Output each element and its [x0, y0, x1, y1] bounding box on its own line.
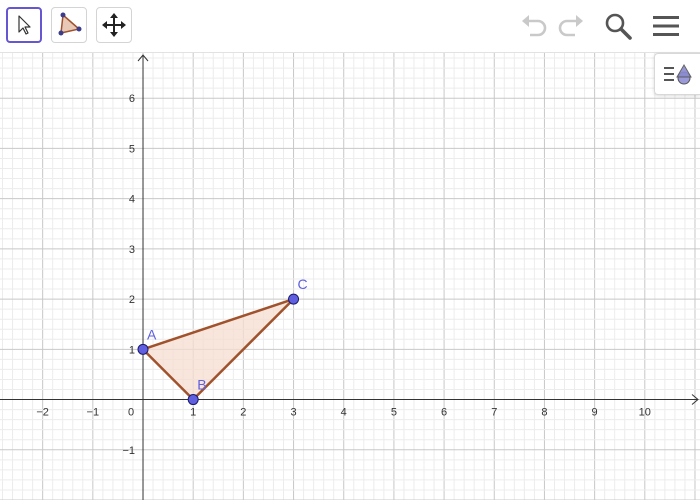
- point-c[interactable]: [288, 293, 300, 305]
- x-tick-label: 5: [391, 407, 397, 419]
- point-a[interactable]: [137, 343, 149, 355]
- point-label-c: C: [298, 276, 308, 292]
- move-graphics-view-button[interactable]: [96, 7, 132, 43]
- x-tick-label: 0: [128, 407, 134, 419]
- x-tick-label: 4: [341, 407, 347, 419]
- menu-icon: [653, 16, 679, 36]
- undo-button[interactable]: [518, 10, 550, 42]
- graphics-view[interactable]: −2 −1 0 1 2 3 4 5 6 7 8 9 10 −1 1 2 3 4 5 6 A B C: [0, 53, 700, 500]
- search-button[interactable]: [602, 10, 634, 42]
- y-tick-label: 2: [129, 294, 135, 306]
- x-tick-label: −1: [87, 407, 100, 419]
- arrow-pointer-icon: [18, 15, 31, 35]
- x-tick-label: 8: [541, 407, 547, 419]
- redo-button[interactable]: [555, 10, 587, 42]
- y-tick-label: 6: [129, 93, 135, 105]
- point-b[interactable]: [187, 394, 199, 406]
- y-tick-label: 3: [129, 244, 135, 256]
- polygon-tool-button[interactable]: [51, 7, 87, 43]
- point-label-b: B: [197, 377, 206, 393]
- x-tick-label: 2: [240, 407, 246, 419]
- y-tick-label: 4: [129, 194, 135, 206]
- move-graphics-view-icon: [102, 13, 126, 37]
- x-tick-label: 9: [592, 407, 598, 419]
- main-menu-button[interactable]: [650, 10, 682, 42]
- graphics-style-bar-icon: [663, 64, 692, 85]
- point-label-a: A: [147, 326, 157, 342]
- redo-icon: [558, 15, 583, 37]
- toolbar: [0, 0, 700, 53]
- y-tick-label: 5: [129, 143, 135, 155]
- x-tick-label: 3: [290, 407, 296, 419]
- x-tick-label: 10: [639, 407, 651, 419]
- x-tick-label: 7: [491, 407, 497, 419]
- y-tick-label: −1: [122, 445, 135, 457]
- x-tick-label: −2: [36, 407, 49, 419]
- undo-icon: [522, 15, 547, 37]
- style-bar-toggle-button[interactable]: [654, 53, 700, 95]
- x-tick-label: 1: [190, 407, 196, 419]
- search-icon: [605, 13, 632, 40]
- polygon-tool-icon: [58, 12, 82, 36]
- x-tick-label: 6: [441, 407, 447, 419]
- move-tool-button[interactable]: [6, 7, 42, 43]
- y-tick-label: 1: [129, 344, 135, 356]
